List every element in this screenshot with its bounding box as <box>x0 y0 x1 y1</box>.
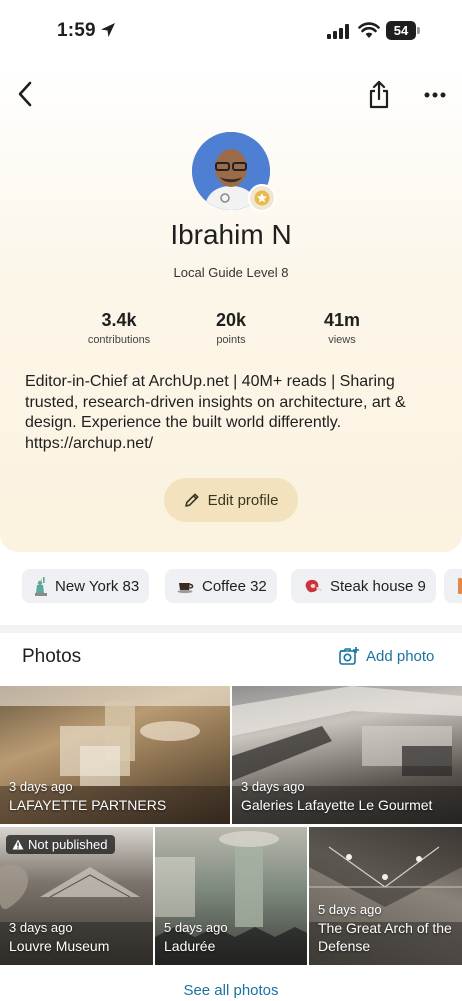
photo-time: 3 days ago <box>9 920 73 935</box>
warning-icon <box>12 839 24 850</box>
status-bar: 1:59 54 <box>0 0 462 62</box>
not-published-badge: Not published <box>6 835 115 854</box>
star-icon <box>254 190 270 206</box>
add-photo-icon <box>339 647 359 665</box>
photo-title: Galeries Lafayette Le Gourmet <box>241 797 433 813</box>
photo-caption: 3 days ago Galeries Lafayette Le Gourmet <box>241 779 456 814</box>
statue-of-liberty-icon <box>35 577 47 596</box>
back-button[interactable] <box>12 78 38 110</box>
add-photo-label: Add photo <box>366 647 435 665</box>
photo-caption: 5 days ago The Great Arch of the Defense <box>318 902 456 955</box>
see-all-photos-link[interactable]: See all photos <box>0 982 462 999</box>
photo-caption: 3 days ago Louvre Museum <box>9 920 147 955</box>
chip-new-york[interactable]: New York 83 <box>22 569 150 603</box>
photo-tile[interactable]: 5 days ago Ladurée <box>155 827 307 965</box>
photos-section-title: Photos <box>22 646 82 667</box>
coffee-cup-icon <box>177 583 194 594</box>
guide-level: Local Guide Level 8 <box>173 265 289 280</box>
wifi-icon <box>358 22 380 38</box>
photo-tile[interactable]: 5 days ago The Great Arch of the Defense <box>309 827 462 965</box>
photo-time: 3 days ago <box>241 779 305 794</box>
photo-time: 3 days ago <box>9 779 73 794</box>
chip-label: Steak house 9 <box>330 577 426 595</box>
stat-label: contributions <box>87 334 151 346</box>
edit-profile-button[interactable]: Edit profile <box>164 478 298 522</box>
share-button[interactable] <box>366 80 392 110</box>
edit-profile-label: Edit profile <box>207 491 279 509</box>
chip-coffee[interactable]: Coffee 32 <box>165 569 277 603</box>
status-time: 1:59 <box>57 20 96 41</box>
profile-name: Ibrahim N <box>170 219 292 250</box>
profile-bio: Editor-in-Chief at ArchUp.net | 40M+ rea… <box>25 373 406 452</box>
chip-label: New York 83 <box>55 577 140 595</box>
chip-more[interactable] <box>444 569 462 603</box>
pencil-icon <box>184 493 199 507</box>
category-icon <box>458 578 462 594</box>
profile-header: Ibrahim N Local Guide Level 8 3.4k contr… <box>0 62 462 552</box>
share-icon <box>369 80 389 109</box>
cell-signal-icon <box>327 24 349 39</box>
stat-label: points <box>216 334 246 346</box>
more-options-button[interactable] <box>422 80 448 110</box>
stat-contributions[interactable]: 3.4k contributions <box>69 310 169 346</box>
stat-value: 3.4k <box>101 310 137 330</box>
stat-value: 41m <box>323 310 361 330</box>
photo-title: Ladurée <box>164 938 216 954</box>
photo-tile[interactable]: 3 days ago Galeries Lafayette Le Gourmet <box>232 686 462 824</box>
local-guide-badge-icon <box>248 184 276 212</box>
photo-time: 5 days ago <box>318 902 382 917</box>
stat-label: views <box>328 334 356 346</box>
not-published-label: Not published <box>28 837 108 852</box>
photo-caption: 3 days ago LAFAYETTE PARTNERS <box>9 779 224 814</box>
photo-caption: 5 days ago Ladurée <box>164 920 301 955</box>
add-photo-button[interactable]: Add photo <box>338 646 434 666</box>
photo-tile[interactable]: 3 days ago LAFAYETTE PARTNERS <box>0 686 230 824</box>
chevron-left-icon <box>18 81 32 107</box>
steak-icon <box>305 579 322 593</box>
battery-icon: 54 <box>386 21 420 40</box>
battery-level: 54 <box>386 21 416 40</box>
photo-tile[interactable]: Not published 3 days ago Louvre Museum <box>0 827 153 965</box>
stat-views[interactable]: 41m views <box>292 310 392 346</box>
more-horizontal-icon <box>424 92 446 98</box>
photo-title: Louvre Museum <box>9 938 110 954</box>
photo-title: LAFAYETTE PARTNERS <box>9 797 167 813</box>
chip-label: Coffee 32 <box>202 577 267 595</box>
chip-steak-house[interactable]: Steak house 9 <box>291 569 436 603</box>
photo-title: The Great Arch of the Defense <box>318 920 452 954</box>
section-divider <box>0 625 462 633</box>
photo-time: 5 days ago <box>164 920 228 935</box>
stat-points[interactable]: 20k points <box>181 310 281 346</box>
stat-value: 20k <box>215 310 247 330</box>
category-chips: New York 83 Coffee 32 Steak house 9 <box>22 569 462 603</box>
location-arrow-icon <box>101 23 115 37</box>
